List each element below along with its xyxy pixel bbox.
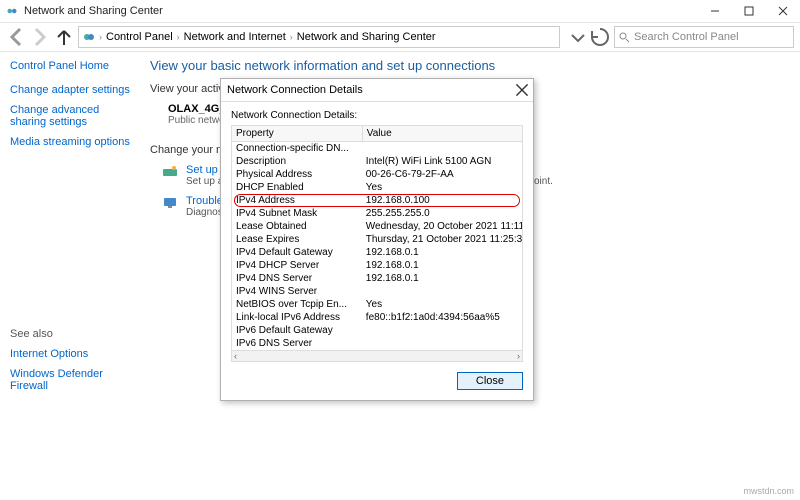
cell-property: Link-local IPv6 Address <box>232 311 362 324</box>
cell-property: IPv4 WINS Server <box>232 285 362 298</box>
col-value: Value <box>363 126 522 141</box>
chevron-right-icon: › <box>99 32 102 42</box>
col-property: Property <box>232 126 363 141</box>
cell-property: IPv4 Subnet Mask <box>232 207 362 220</box>
grid-row[interactable]: IPv4 Subnet Mask255.255.255.0 <box>232 207 522 220</box>
crumb-0[interactable]: Control Panel <box>106 31 173 43</box>
minimize-button[interactable] <box>698 0 732 22</box>
grid-row[interactable]: Lease ObtainedWednesday, 20 October 2021… <box>232 220 522 233</box>
cell-value: 192.168.0.100 <box>362 194 522 207</box>
search-input[interactable]: Search Control Panel <box>614 26 794 48</box>
grid-row[interactable]: Physical Address00-26-C6-79-2F-AA <box>232 168 522 181</box>
grid-row[interactable]: Connection-specific DN... <box>232 142 522 155</box>
sidebar-link[interactable]: Change advanced sharing settings <box>10 104 130 128</box>
cell-property: IPv4 Address <box>232 194 362 207</box>
cell-property: Lease Expires <box>232 233 362 246</box>
cell-property: Description <box>232 155 362 168</box>
setup-connection-icon <box>162 164 178 180</box>
dialog-close-button[interactable] <box>515 83 529 97</box>
control-panel-home-link[interactable]: Control Panel Home <box>10 60 130 72</box>
close-button[interactable]: Close <box>457 372 523 390</box>
cell-property: IPv4 DNS Server <box>232 272 362 285</box>
dialog-title: Network Connection Details <box>227 84 363 96</box>
cell-value: Intel(R) WiFi Link 5100 AGN <box>362 155 522 168</box>
grid-row[interactable]: DescriptionIntel(R) WiFi Link 5100 AGN <box>232 155 522 168</box>
cell-property: IPv4 Default Gateway <box>232 246 362 259</box>
grid-header: Property Value <box>232 126 522 142</box>
cell-property: NetBIOS over Tcpip En... <box>232 298 362 311</box>
window-titlebar: Network and Sharing Center <box>0 0 800 22</box>
cell-value <box>362 324 522 337</box>
cell-value: 255.255.255.0 <box>362 207 522 220</box>
cell-value <box>362 285 522 298</box>
cell-value: 192.168.0.1 <box>362 259 522 272</box>
refresh-button[interactable] <box>590 27 610 47</box>
grid-row[interactable]: NetBIOS over Tcpip En...Yes <box>232 298 522 311</box>
details-grid: Property Value Connection-specific DN...… <box>231 125 523 362</box>
watermark: mwstdn.com <box>743 486 794 500</box>
cell-value: Yes <box>362 298 522 311</box>
cell-value: Wednesday, 20 October 2021 11:11:33 am <box>362 220 522 233</box>
cell-property: DHCP Enabled <box>232 181 362 194</box>
cell-value: fe80::b1f2:1a0d:4394:56aa%5 <box>362 311 522 324</box>
cell-property: Lease Obtained <box>232 220 362 233</box>
crumb-2[interactable]: Network and Sharing Center <box>297 31 436 43</box>
chevron-right-icon: › <box>290 32 293 42</box>
connection-details-dialog: Network Connection Details Network Conne… <box>220 78 534 401</box>
cell-property: Connection-specific DN... <box>232 142 362 155</box>
troubleshoot-icon <box>162 195 178 211</box>
sidebar-link[interactable]: Media streaming options <box>10 136 130 148</box>
grid-row[interactable]: Lease ExpiresThursday, 21 October 2021 1… <box>232 233 522 246</box>
see-also-link[interactable]: Windows Defender Firewall <box>10 368 130 392</box>
see-also-label: See also <box>10 328 130 340</box>
dialog-caption: Network Connection Details: <box>231 110 523 121</box>
cell-value: Yes <box>362 181 522 194</box>
location-icon <box>83 31 95 43</box>
crumb-1[interactable]: Network and Internet <box>184 31 286 43</box>
forward-button[interactable] <box>30 27 50 47</box>
cell-value <box>362 142 522 155</box>
search-icon <box>619 32 630 43</box>
search-placeholder: Search Control Panel <box>634 31 739 43</box>
window-title: Network and Sharing Center <box>24 5 163 17</box>
horizontal-scrollbar[interactable]: ‹› <box>232 350 522 361</box>
grid-row[interactable]: IPv6 DNS Server <box>232 337 522 350</box>
up-button[interactable] <box>54 27 74 47</box>
cell-value: 00-26-C6-79-2F-AA <box>362 168 522 181</box>
cell-value: 192.168.0.1 <box>362 246 522 259</box>
sidebar-link[interactable]: Change adapter settings <box>10 84 130 96</box>
history-dropdown[interactable] <box>568 27 588 47</box>
cell-value <box>362 337 522 350</box>
cell-value: 192.168.0.1 <box>362 272 522 285</box>
breadcrumb[interactable]: › Control Panel › Network and Internet ›… <box>78 26 560 48</box>
grid-row[interactable]: Link-local IPv6 Addressfe80::b1f2:1a0d:4… <box>232 311 522 324</box>
cell-value: Thursday, 21 October 2021 11:25:34 am <box>362 233 522 246</box>
grid-row[interactable]: IPv4 DHCP Server192.168.0.1 <box>232 259 522 272</box>
cell-property: IPv6 Default Gateway <box>232 324 362 337</box>
chevron-right-icon: › <box>177 32 180 42</box>
cell-property: IPv4 DHCP Server <box>232 259 362 272</box>
grid-row[interactable]: IPv4 WINS Server <box>232 285 522 298</box>
close-button[interactable] <box>766 0 800 22</box>
toolbar: › Control Panel › Network and Internet ›… <box>0 22 800 52</box>
app-icon <box>6 5 18 17</box>
grid-row[interactable]: IPv4 Default Gateway192.168.0.1 <box>232 246 522 259</box>
dialog-titlebar: Network Connection Details <box>221 79 533 102</box>
cell-property: IPv6 DNS Server <box>232 337 362 350</box>
cell-property: Physical Address <box>232 168 362 181</box>
sidebar: Control Panel Home Change adapter settin… <box>0 52 140 488</box>
grid-row[interactable]: IPv6 Default Gateway <box>232 324 522 337</box>
grid-row[interactable]: DHCP EnabledYes <box>232 181 522 194</box>
grid-row[interactable]: IPv4 Address192.168.0.100 <box>232 194 522 207</box>
grid-row[interactable]: IPv4 DNS Server192.168.0.1 <box>232 272 522 285</box>
see-also-link[interactable]: Internet Options <box>10 348 130 360</box>
maximize-button[interactable] <box>732 0 766 22</box>
back-button[interactable] <box>6 27 26 47</box>
page-heading: View your basic network information and … <box>150 58 790 73</box>
